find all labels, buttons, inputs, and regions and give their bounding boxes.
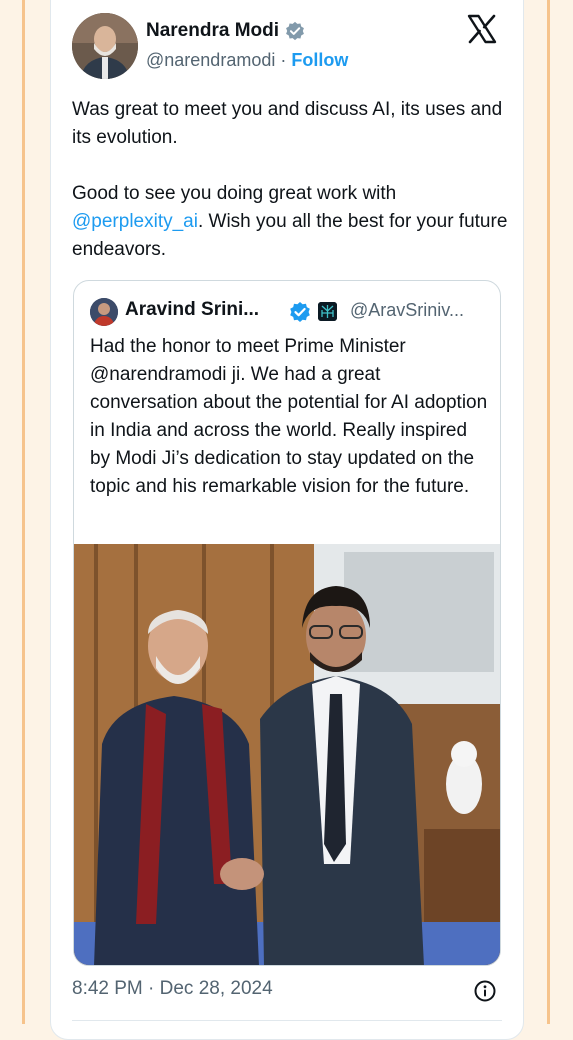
quoted-tweet-text: Had the honor to meet Prime Minister @na… <box>90 336 488 497</box>
quoted-tweet[interactable]: Aravind Srini... @AravSriniv... Had the … <box>73 280 501 966</box>
quoted-author-name[interactable]: Aravind Srini... <box>125 299 259 321</box>
divider <box>72 1020 502 1021</box>
page-edge-right <box>547 0 550 1024</box>
affiliate-badge-icon <box>318 302 337 321</box>
tweet-text-paragraph-2: Good to see you doing great work with @p… <box>72 180 512 264</box>
tweet-text-paragraph-1: Was great to meet you and discuss AI, it… <box>72 99 503 148</box>
handle-separator: · <box>280 50 287 70</box>
quoted-author-avatar[interactable] <box>90 298 118 326</box>
tweet-body: Was great to meet you and discuss AI, it… <box>72 96 512 264</box>
author-handle[interactable]: @narendramodi <box>146 50 275 70</box>
x-logo-icon[interactable] <box>466 13 498 45</box>
follow-button[interactable]: Follow <box>291 50 348 70</box>
author-name-row: Narendra Modi <box>146 20 305 42</box>
verified-badge-icon <box>286 21 304 41</box>
author-avatar[interactable] <box>72 13 138 79</box>
author-handle-row: @narendramodi · Follow <box>146 50 348 71</box>
tweet-timestamp[interactable]: 8:42 PM · Dec 28, 2024 <box>72 978 273 1000</box>
tweet-text-prefix: Good to see you doing great work with <box>72 183 397 204</box>
quoted-tweet-photo[interactable] <box>74 544 500 966</box>
quoted-author-handle[interactable]: @AravSriniv... <box>350 300 464 321</box>
page-edge-left <box>22 0 25 1024</box>
info-icon[interactable] <box>474 980 496 1002</box>
author-name[interactable]: Narendra Modi <box>146 20 279 42</box>
verified-badge-icon <box>290 302 310 322</box>
mention-link[interactable]: @perplexity_ai <box>72 211 198 232</box>
